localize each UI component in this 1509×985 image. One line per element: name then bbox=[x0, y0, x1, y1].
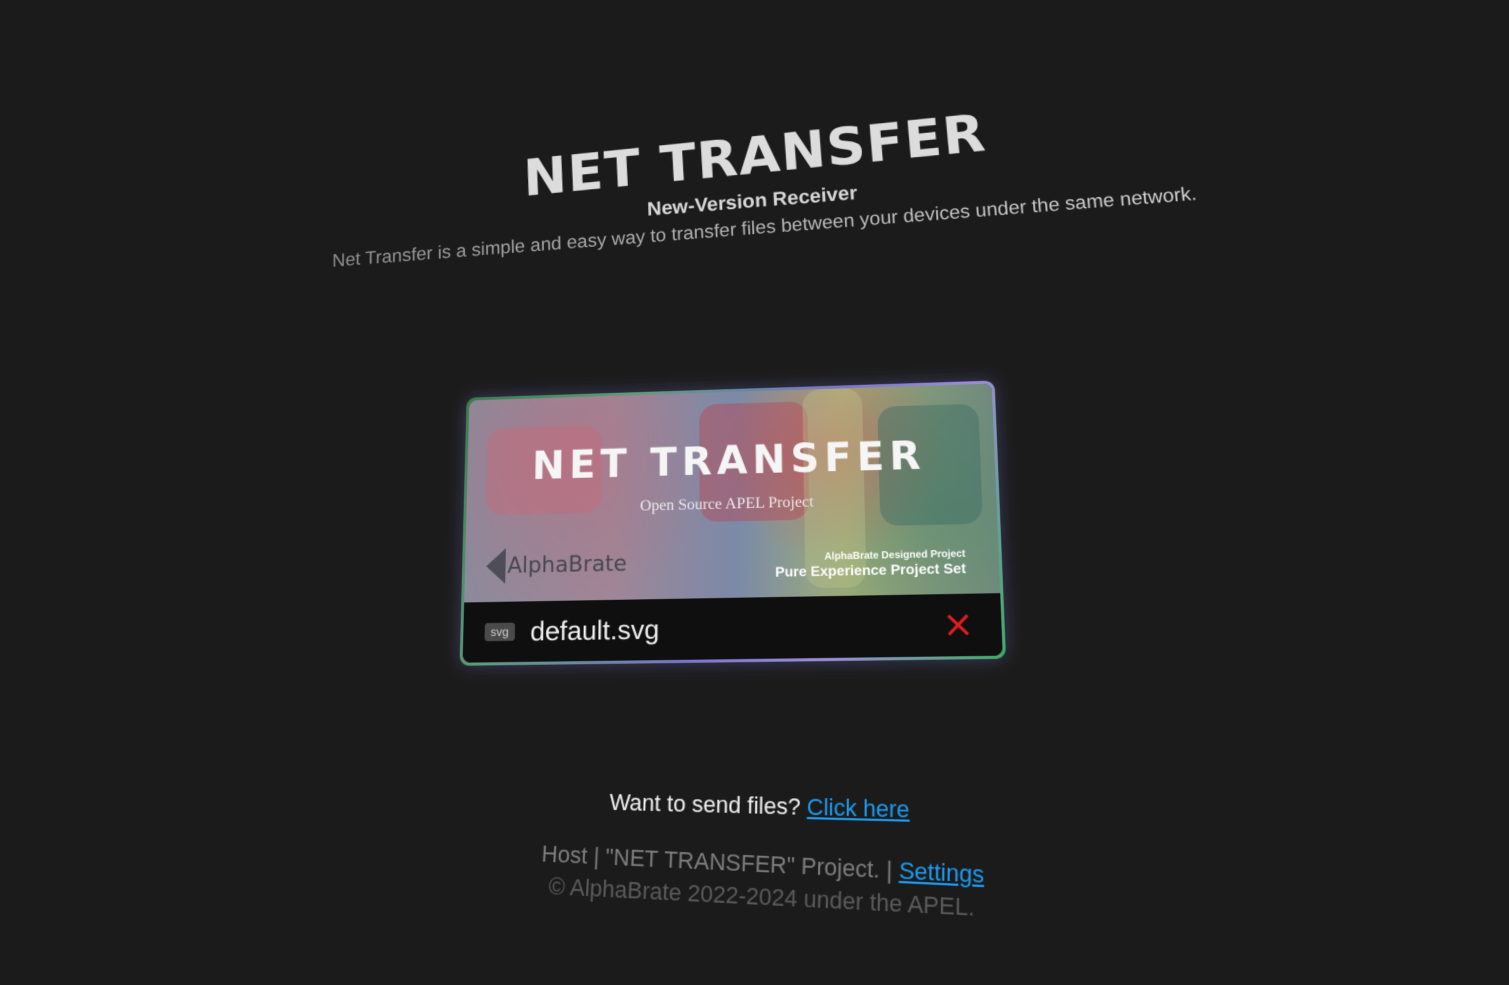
tilted-content: NET TRANSFER New-Version Receiver Net Tr… bbox=[4, 0, 1509, 985]
project-tag-small: AlphaBrate Designed Project bbox=[824, 548, 966, 563]
footer: Host | "NET TRANSFER" Project. | Setting… bbox=[14, 814, 1509, 956]
file-type-badge: svg bbox=[484, 622, 515, 642]
page: NET TRANSFER New-Version Receiver Net Tr… bbox=[0, 0, 1509, 985]
project-tag-big: Pure Experience Project Set bbox=[775, 559, 967, 580]
header: NET TRANSFER New-Version Receiver Net Tr… bbox=[62, 90, 1509, 271]
file-name: default.svg bbox=[529, 613, 660, 647]
brand-name: AlphaBrate bbox=[507, 551, 627, 579]
file-card[interactable]: NET TRANSFER Open Source APEL Project Al… bbox=[459, 380, 1007, 666]
alphabrate-logo-icon bbox=[485, 548, 506, 585]
remove-file-close-icon[interactable] bbox=[945, 611, 973, 638]
click-here-link[interactable]: Click here bbox=[807, 793, 910, 823]
preview-shape bbox=[877, 403, 983, 527]
preview-shape bbox=[802, 387, 867, 589]
file-card-inner: NET TRANSFER Open Source APEL Project Al… bbox=[462, 383, 1003, 663]
file-row: svg default.svg bbox=[462, 593, 1003, 663]
brand: AlphaBrate bbox=[485, 546, 627, 585]
project-tag: AlphaBrate Designed Project Pure Experie… bbox=[775, 549, 966, 580]
send-files-line: Want to send files? Click here bbox=[20, 775, 1509, 842]
settings-link[interactable]: Settings bbox=[899, 857, 984, 889]
send-files-prompt: Want to send files? bbox=[609, 788, 801, 821]
file-preview: NET TRANSFER Open Source APEL Project Al… bbox=[464, 383, 1001, 603]
